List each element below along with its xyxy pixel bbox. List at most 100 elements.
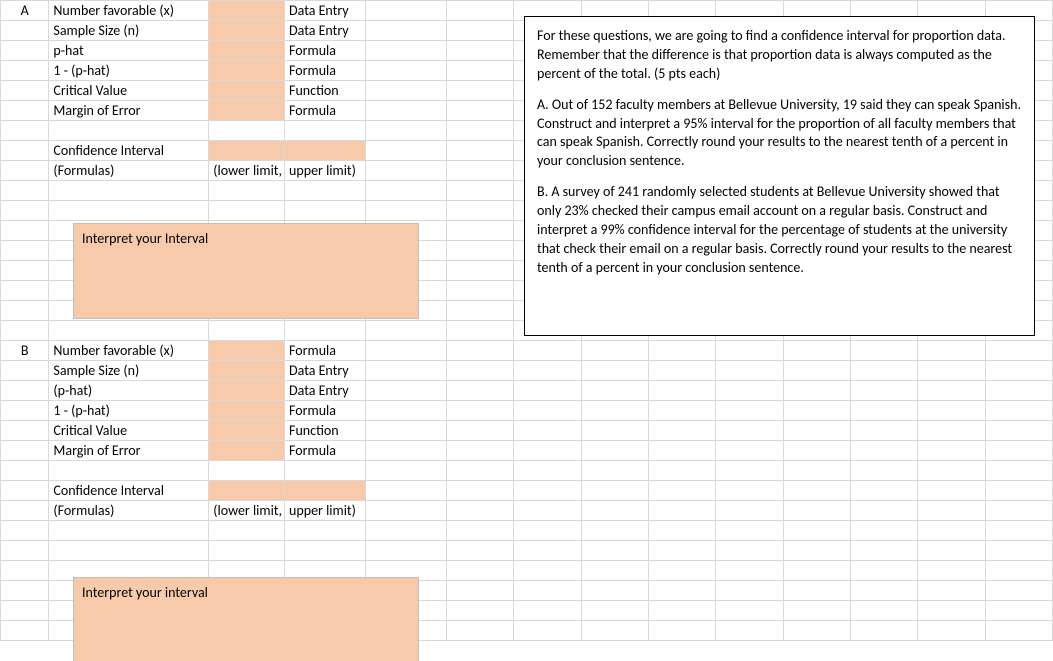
cell[interactable] <box>581 601 648 621</box>
cell[interactable] <box>581 421 648 441</box>
cell[interactable] <box>783 561 850 581</box>
cell[interactable] <box>918 501 985 521</box>
cell[interactable] <box>514 521 581 541</box>
cell[interactable] <box>514 501 581 521</box>
cell[interactable] <box>648 421 715 441</box>
cell[interactable] <box>918 621 985 641</box>
cell[interactable] <box>716 621 783 641</box>
cell[interactable] <box>985 521 1052 541</box>
cell[interactable] <box>648 601 715 621</box>
cell[interactable] <box>648 541 715 561</box>
cell[interactable] <box>985 401 1052 421</box>
cell[interactable] <box>850 581 917 601</box>
cell[interactable] <box>985 361 1052 381</box>
cell[interactable] <box>1 281 49 301</box>
cell[interactable] <box>447 561 514 581</box>
cell[interactable] <box>447 541 514 561</box>
cell[interactable] <box>366 161 447 181</box>
cell[interactable] <box>850 401 917 421</box>
cell[interactable] <box>1 321 49 341</box>
cell[interactable] <box>209 521 285 541</box>
cell[interactable] <box>366 341 447 361</box>
cell[interactable] <box>514 441 581 461</box>
cell[interactable] <box>783 341 850 361</box>
cell[interactable] <box>716 341 783 361</box>
cell[interactable] <box>49 321 209 341</box>
cell[interactable] <box>1 201 49 221</box>
cell[interactable] <box>366 541 447 561</box>
cell[interactable] <box>447 21 514 41</box>
cell[interactable] <box>447 241 514 261</box>
cell[interactable] <box>716 561 783 581</box>
cell[interactable] <box>716 361 783 381</box>
a-row2-input[interactable] <box>209 41 285 61</box>
cell[interactable] <box>514 381 581 401</box>
cell[interactable] <box>648 501 715 521</box>
cell[interactable] <box>209 181 285 201</box>
cell[interactable] <box>447 381 514 401</box>
cell[interactable] <box>1 621 49 641</box>
cell[interactable] <box>581 341 648 361</box>
cell[interactable] <box>285 461 366 481</box>
cell[interactable] <box>581 441 648 461</box>
cell[interactable] <box>716 401 783 421</box>
cell[interactable] <box>581 401 648 421</box>
cell[interactable] <box>850 381 917 401</box>
cell[interactable] <box>985 561 1052 581</box>
cell[interactable] <box>985 481 1052 501</box>
cell[interactable] <box>1 41 49 61</box>
cell[interactable] <box>850 361 917 381</box>
cell[interactable] <box>783 461 850 481</box>
cell[interactable] <box>447 261 514 281</box>
cell[interactable] <box>514 561 581 581</box>
cell[interactable] <box>918 401 985 421</box>
cell[interactable] <box>1 481 49 501</box>
cell[interactable] <box>447 181 514 201</box>
cell[interactable] <box>1 241 49 261</box>
cell[interactable] <box>850 601 917 621</box>
cell[interactable] <box>366 441 447 461</box>
cell[interactable] <box>1 581 49 601</box>
cell[interactable] <box>209 201 285 221</box>
b-ci-lower-input[interactable] <box>209 481 285 501</box>
cell[interactable] <box>1 461 49 481</box>
cell[interactable] <box>366 361 447 381</box>
b-row5-input[interactable] <box>209 441 285 461</box>
cell[interactable] <box>366 201 447 221</box>
cell[interactable] <box>366 381 447 401</box>
cell[interactable] <box>1 421 49 441</box>
cell[interactable] <box>918 521 985 541</box>
cell[interactable] <box>850 341 917 361</box>
cell[interactable] <box>648 461 715 481</box>
cell[interactable] <box>918 381 985 401</box>
cell[interactable] <box>918 561 985 581</box>
cell[interactable] <box>783 621 850 641</box>
cell[interactable] <box>918 601 985 621</box>
cell[interactable] <box>514 621 581 641</box>
cell[interactable] <box>918 581 985 601</box>
cell[interactable] <box>209 541 285 561</box>
a-row5-input[interactable] <box>209 101 285 121</box>
cell[interactable] <box>918 461 985 481</box>
cell[interactable] <box>1 121 49 141</box>
cell[interactable] <box>716 581 783 601</box>
cell[interactable] <box>1 401 49 421</box>
cell[interactable] <box>850 621 917 641</box>
cell[interactable] <box>648 581 715 601</box>
cell[interactable] <box>648 361 715 381</box>
cell[interactable] <box>447 41 514 61</box>
cell[interactable] <box>783 441 850 461</box>
cell[interactable] <box>447 501 514 521</box>
cell[interactable] <box>985 441 1052 461</box>
b-row4-input[interactable] <box>209 421 285 441</box>
cell[interactable] <box>447 321 514 341</box>
cell[interactable] <box>985 381 1052 401</box>
cell[interactable] <box>447 441 514 461</box>
cell[interactable] <box>366 181 447 201</box>
cell[interactable] <box>716 481 783 501</box>
cell[interactable] <box>366 1 447 21</box>
cell[interactable] <box>447 61 514 81</box>
cell[interactable] <box>514 341 581 361</box>
cell[interactable] <box>581 581 648 601</box>
cell[interactable] <box>514 461 581 481</box>
